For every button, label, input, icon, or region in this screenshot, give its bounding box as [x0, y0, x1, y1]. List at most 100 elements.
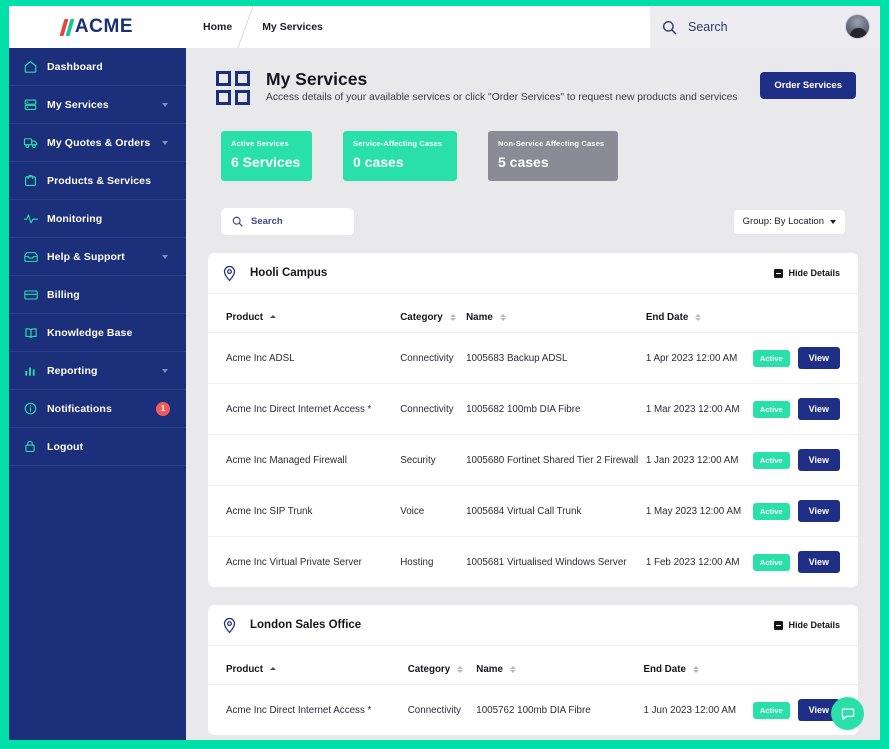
- breadcrumb-separator: [232, 6, 262, 48]
- cell-name: 1005682 100mb DIA Fibre: [466, 383, 646, 435]
- breadcrumb-item-home[interactable]: Home: [203, 21, 232, 33]
- stat-card-label: Service-Affecting Cases: [353, 139, 443, 148]
- sidebar-item-dashboard[interactable]: Dashboard: [9, 48, 186, 86]
- status-badge: Active: [752, 553, 790, 571]
- table-header-cell[interactable]: Product: [208, 294, 401, 333]
- chevron-down-icon[interactable]: [162, 140, 168, 145]
- book-icon: [23, 326, 47, 340]
- order-services-button[interactable]: Order Services: [760, 72, 856, 99]
- pulse-icon: [23, 211, 47, 226]
- sidebar-item-notifications[interactable]: Notifications 1: [9, 390, 186, 428]
- services-table: Product Category Name End Date Acme Inc ADSL…: [208, 294, 858, 587]
- sort-toggle-icon[interactable]: [270, 315, 277, 320]
- sidebar-item-knowledge-base[interactable]: Knowledge Base: [9, 314, 186, 352]
- table-header-actions: [752, 294, 858, 333]
- sort-toggle-icon[interactable]: [695, 313, 702, 322]
- cell-end-date: 1 Mar 2023 12:00 AM: [645, 383, 753, 435]
- sidebar-item-monitoring[interactable]: Monitoring: [9, 200, 186, 238]
- cell-product: Acme Inc ADSL: [208, 332, 401, 384]
- stat-card-label: Non-Service Affecting Cases: [498, 139, 605, 148]
- cell-actions: Active View: [752, 434, 858, 486]
- table-header-cell[interactable]: Product: [208, 646, 408, 685]
- sidebar-item-label: Notifications: [47, 402, 112, 415]
- cell-category: Connectivity: [400, 383, 467, 435]
- table-row: Acme Inc Direct Internet Access * Connect…: [208, 383, 858, 435]
- table-body: Acme Inc ADSL Connectivity 1005683 Backup …: [208, 332, 858, 588]
- grid-icon: [216, 71, 250, 105]
- cell-product: Acme Inc Virtual Private Server: [226, 556, 362, 568]
- brand-logo[interactable]: ACME: [9, 6, 186, 48]
- chevron-down-icon[interactable]: [162, 254, 168, 259]
- view-button[interactable]: View: [797, 398, 840, 420]
- sort-toggle-icon[interactable]: [457, 665, 464, 674]
- cell-category: Connectivity: [407, 704, 462, 716]
- chat-bubble-icon[interactable]: [831, 697, 864, 730]
- sidebar-item-my-quotes-orders[interactable]: My Quotes & Orders: [9, 124, 186, 162]
- cell-product: Acme Inc Direct Internet Access *: [208, 383, 401, 435]
- avatar[interactable]: [845, 14, 870, 39]
- table-header-cell[interactable]: Name: [476, 646, 644, 685]
- sidebar-item-label: Logout: [47, 440, 84, 453]
- sidebar-item-billing[interactable]: Billing: [9, 276, 186, 314]
- sort-toggle-icon[interactable]: [692, 665, 699, 674]
- hide-details-toggle[interactable]: Hide Details: [774, 268, 840, 278]
- cell-name: 1005762 100mb DIA Fibre: [476, 704, 591, 716]
- view-button[interactable]: View: [797, 449, 840, 471]
- status-badge: Active: [752, 701, 790, 719]
- cell-category: Security: [400, 434, 467, 486]
- sort-toggle-icon[interactable]: [270, 667, 277, 672]
- page-subtitle: Access details of your available service…: [266, 92, 738, 103]
- status-badge: Active: [752, 502, 790, 520]
- table-header-cell[interactable]: Category: [407, 646, 477, 685]
- sidebar-item-label: Products & Services: [47, 174, 152, 187]
- location-card: Hooli Campus Hide Details Product Category N…: [208, 253, 858, 587]
- table-header-cell[interactable]: Category: [400, 294, 467, 333]
- breadcrumb-item-my-services[interactable]: My Services: [262, 21, 323, 33]
- cell-end-date: 1 Apr 2023 12:00 AM: [645, 332, 753, 384]
- sort-toggle-icon[interactable]: [499, 313, 506, 322]
- view-button[interactable]: View: [797, 347, 840, 369]
- location-name: London Sales Office: [250, 619, 362, 631]
- lock-icon: [23, 439, 47, 454]
- table-row: Acme Inc ADSL Connectivity 1005683 Backup …: [208, 332, 858, 384]
- search-input[interactable]: Search: [221, 208, 354, 235]
- sidebar-item-label: Knowledge Base: [47, 326, 133, 339]
- sidebar-item-reporting[interactable]: Reporting: [9, 352, 186, 390]
- sidebar-item-my-services[interactable]: My Services: [9, 86, 186, 124]
- sidebar-item-products-services[interactable]: Products & Services: [9, 162, 186, 200]
- cell-actions: Active View: [752, 383, 858, 435]
- search-input-placeholder: Search: [251, 216, 283, 227]
- location-name: Hooli Campus: [250, 267, 328, 279]
- table-header-label: Category: [400, 312, 443, 323]
- hide-details-label: Hide Details: [788, 268, 840, 278]
- chevron-down-icon[interactable]: [162, 102, 168, 107]
- sidebar: Dashboard My Services My Quotes & Orders Pr…: [9, 48, 186, 740]
- credit-card-icon: [23, 288, 47, 302]
- view-button[interactable]: View: [797, 551, 840, 573]
- chevron-down-icon[interactable]: [162, 368, 168, 373]
- table-row: Acme Inc SIP Trunk Voice 1005684 Virtual C…: [208, 485, 858, 537]
- sidebar-item-logout[interactable]: Logout: [9, 428, 186, 466]
- locations-list: Hooli Campus Hide Details Product Category N…: [186, 253, 880, 735]
- table-header-actions: [752, 646, 858, 685]
- table-header-cell[interactable]: Name: [466, 294, 646, 333]
- sort-toggle-icon[interactable]: [449, 313, 456, 322]
- sort-toggle-icon[interactable]: [509, 665, 516, 674]
- location-pin-icon: [221, 265, 238, 282]
- sidebar-item-label: My Quotes & Orders: [47, 136, 151, 149]
- hide-details-toggle[interactable]: Hide Details: [774, 620, 840, 630]
- location-card: London Sales Office Hide Details Product Ca…: [208, 605, 858, 735]
- stat-card: Non-Service Affecting Cases 5 cases: [488, 131, 618, 181]
- sidebar-item-help-support[interactable]: Help & Support: [9, 238, 186, 276]
- server-icon: [23, 97, 47, 112]
- sidebar-item-label: Reporting: [47, 364, 98, 377]
- table-header-cell[interactable]: End Date: [645, 294, 753, 333]
- global-search[interactable]: Search: [650, 6, 880, 48]
- group-by-dropdown[interactable]: Group: By Location: [733, 209, 845, 234]
- location-header: London Sales Office Hide Details: [208, 605, 858, 646]
- global-search-input[interactable]: Search: [688, 20, 728, 34]
- app-page: ACME Home My Services Search Dashboard My…: [9, 6, 880, 740]
- view-button[interactable]: View: [797, 500, 840, 522]
- table-header-cell[interactable]: End Date: [643, 646, 753, 685]
- sidebar-item-label: Dashboard: [47, 60, 103, 73]
